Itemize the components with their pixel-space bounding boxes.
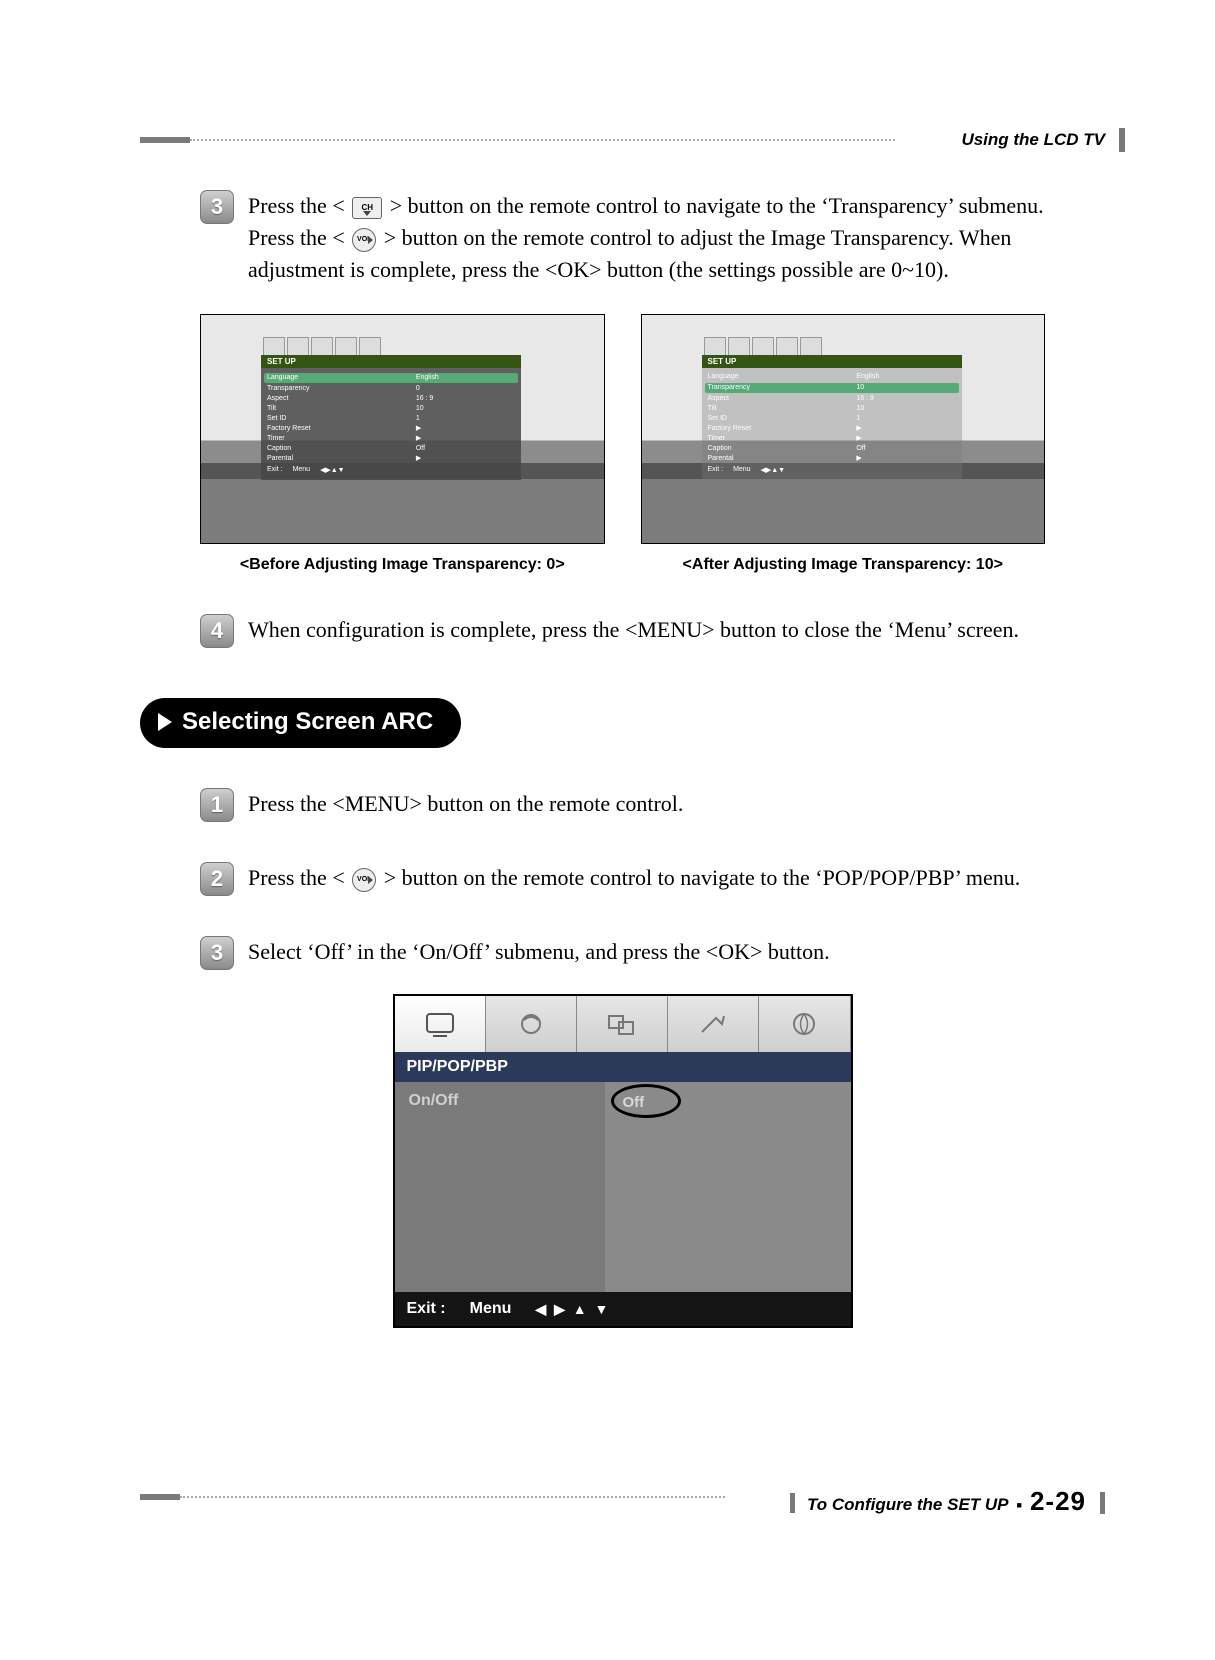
step-number-badge: 1: [200, 788, 234, 822]
step-4-close-menu: 4 When configuration is complete, press …: [200, 614, 1095, 648]
step-number-badge: 2: [200, 862, 234, 896]
caption-before: <Before Adjusting Image Transparency: 0>: [200, 556, 605, 574]
osd-title: SET UP: [702, 355, 962, 368]
osd-tab-icon: [668, 996, 759, 1052]
play-icon: [158, 713, 172, 731]
step-text: Press the <MENU> button on the remote co…: [248, 788, 683, 820]
header-section-label: Using the LCD TV: [961, 130, 1105, 150]
footer-square-icon: ■: [1017, 1500, 1022, 1510]
step-text: Press the < CH > button on the remote co…: [248, 190, 1095, 286]
step-1-press-menu: 1 Press the <MENU> button on the remote …: [200, 788, 1095, 822]
osd-tab-icon: [577, 996, 668, 1052]
osd-before: SET UP LanguageEnglish Transparency0 Asp…: [261, 335, 521, 480]
vol-right-button-icon: VOL: [352, 868, 376, 892]
highlight-oval: [611, 1084, 681, 1118]
osd-footer-menu: Menu: [470, 1300, 512, 1318]
osd-tab-icon: [486, 996, 577, 1052]
osd-pip-menu: PIP/POP/PBP On/Off Off Exit : Menu ◀ ▶ ▲…: [393, 994, 853, 1328]
step-text: Select ‘Off’ in the ‘On/Off’ submenu, an…: [248, 936, 830, 968]
footer-label: To Configure the SET UP: [807, 1495, 1008, 1515]
caption-after: <After Adjusting Image Transparency: 10>: [641, 556, 1046, 574]
osd-footer-arrows: ◀ ▶ ▲ ▼: [535, 1301, 610, 1318]
step-text: Press the < VOL > button on the remote c…: [248, 862, 1020, 894]
osd-tab-icon: [759, 996, 850, 1052]
osd-large-title: PIP/POP/PBP: [395, 1052, 851, 1082]
step-text: When configuration is complete, press th…: [248, 614, 1019, 646]
section-title: Selecting Screen ARC: [182, 708, 433, 736]
osd-tab-bar: [395, 996, 851, 1052]
step-2-navigate-pip: 2 Press the < VOL > button on the remote…: [200, 862, 1095, 896]
step-3-transparency: 3 Press the < CH > button on the remote …: [200, 190, 1095, 286]
section-heading: Selecting Screen ARC: [140, 698, 461, 748]
step-number-badge: 3: [200, 190, 234, 224]
osd-right-panel: Off: [605, 1082, 851, 1292]
text-fragment: Press the <: [248, 193, 345, 218]
osd-footer-exit: Exit :: [407, 1300, 446, 1318]
screenshot-after: SET UP LanguageEnglish Transparency10 As…: [641, 314, 1046, 544]
step-number-badge: 3: [200, 936, 234, 970]
osd-title: SET UP: [261, 355, 521, 368]
osd-footer: Exit : Menu ◀ ▶ ▲ ▼: [395, 1292, 851, 1326]
footer-rule: To Configure the SET UP ■ 2-29: [140, 1486, 1105, 1510]
step-3-select-off: 3 Select ‘Off’ in the ‘On/Off’ submenu, …: [200, 936, 1095, 970]
step-number-badge: 4: [200, 614, 234, 648]
ch-down-button-icon: CH: [352, 197, 382, 219]
vol-right-button-icon: VOL: [352, 228, 376, 252]
text-fragment: Press the <: [248, 865, 345, 890]
osd-tab-icon: [395, 996, 486, 1052]
osd-menu-item-onoff: On/Off: [409, 1092, 591, 1110]
figure-row: SET UP LanguageEnglish Transparency0 Asp…: [200, 314, 1045, 544]
figure-captions: <Before Adjusting Image Transparency: 0>…: [200, 556, 1045, 574]
osd-left-panel: On/Off: [395, 1082, 605, 1292]
text-fragment: > button on the remote control to naviga…: [384, 865, 1021, 890]
screenshot-before: SET UP LanguageEnglish Transparency0 Asp…: [200, 314, 605, 544]
page-number: 2-29: [1030, 1486, 1086, 1517]
header-rule: Using the LCD TV: [140, 120, 1105, 140]
osd-after: SET UP LanguageEnglish Transparency10 As…: [702, 335, 962, 480]
